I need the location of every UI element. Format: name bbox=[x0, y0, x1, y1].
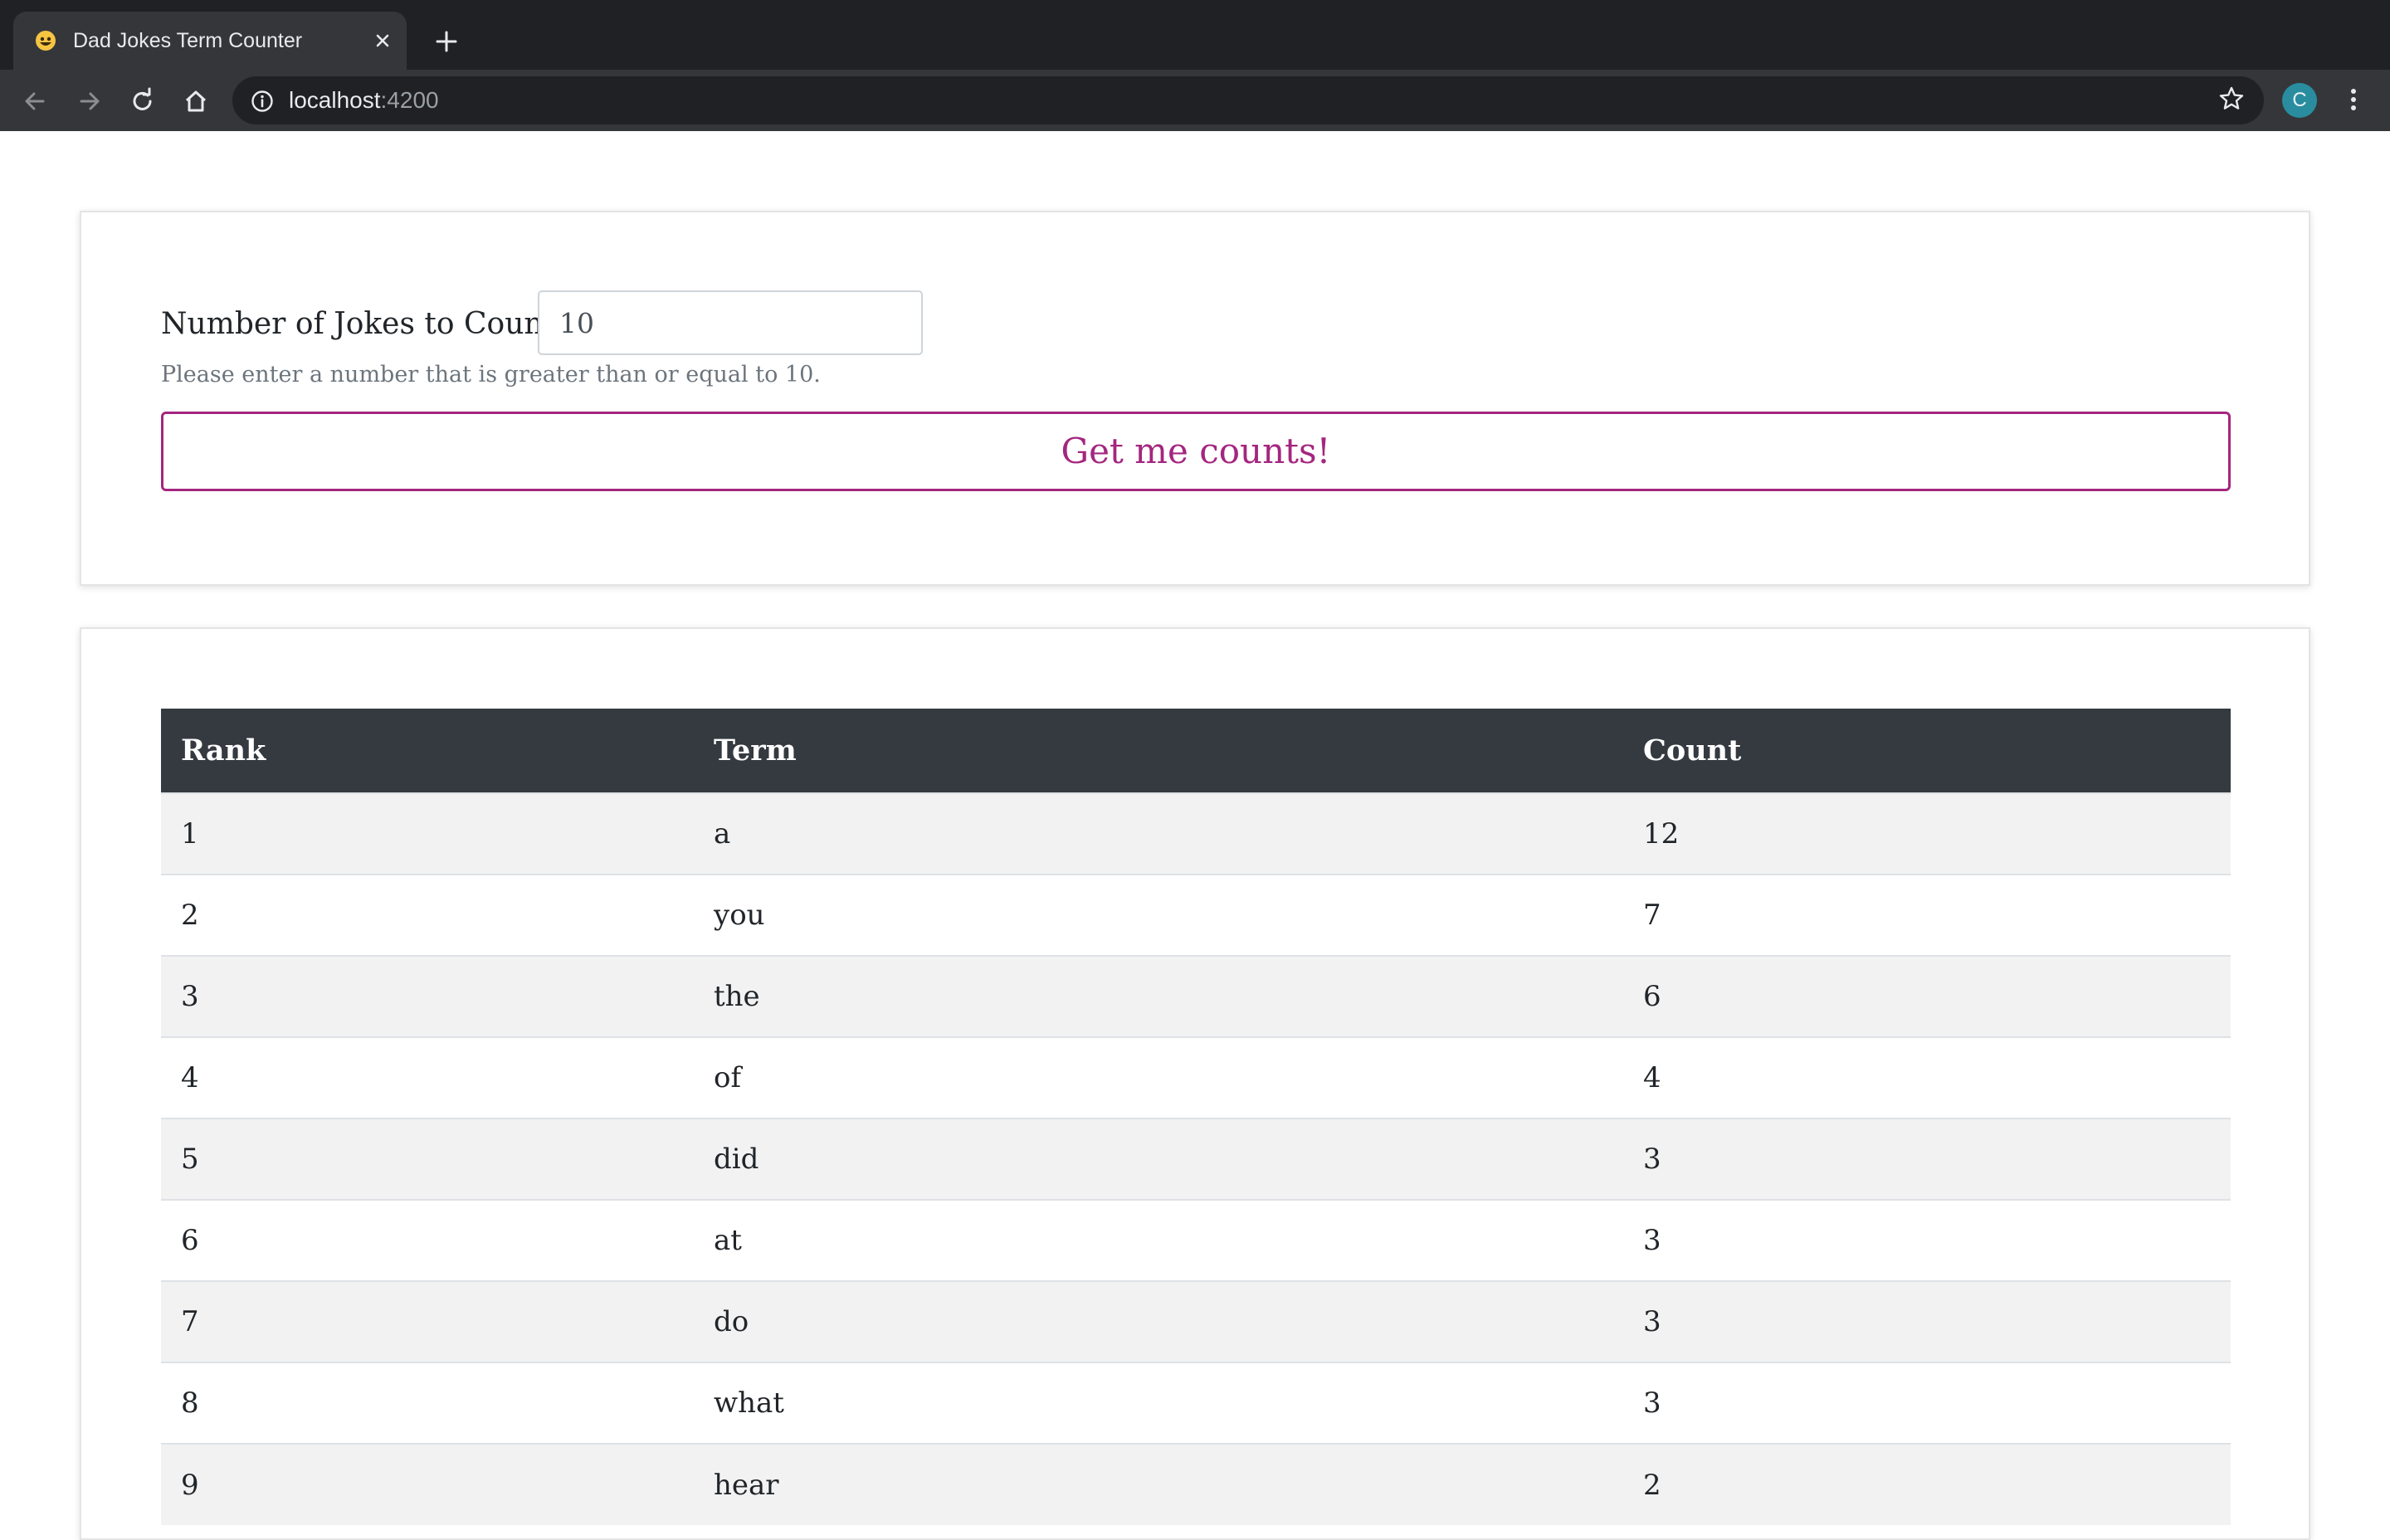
url-host: localhost bbox=[289, 87, 381, 113]
count-cell: 4 bbox=[1623, 1036, 2231, 1118]
reload-icon[interactable] bbox=[128, 86, 158, 116]
close-icon[interactable] bbox=[372, 30, 393, 51]
term-cell: a bbox=[694, 792, 1623, 875]
rank-cell: 8 bbox=[161, 1362, 694, 1444]
term-cell: the bbox=[694, 955, 1623, 1037]
page-content: Number of Jokes to Count: Please enter a… bbox=[0, 131, 2390, 1540]
table-row: 4 of 4 bbox=[161, 1036, 2231, 1118]
table-row: 3 the 6 bbox=[161, 955, 2231, 1037]
term-cell: you bbox=[694, 874, 1623, 956]
home-icon[interactable] bbox=[181, 86, 211, 116]
help-text: Please enter a number that is greater th… bbox=[161, 362, 821, 387]
jokes-count-label: Number of Jokes to Count: bbox=[161, 307, 566, 341]
rank-cell: 7 bbox=[161, 1280, 694, 1362]
rank-cell: 5 bbox=[161, 1118, 694, 1200]
count-cell: 3 bbox=[1623, 1362, 2231, 1444]
address-bar[interactable]: localhost:4200 bbox=[232, 76, 2264, 124]
browser-tab-strip: Dad Jokes Term Counter bbox=[0, 0, 2390, 70]
plus-icon[interactable] bbox=[433, 28, 460, 55]
get-counts-button[interactable]: Get me counts! bbox=[161, 412, 2231, 491]
joke-count-form-card: Number of Jokes to Count: Please enter a… bbox=[80, 211, 2310, 586]
count-column-header: Count bbox=[1623, 709, 2231, 793]
table-row: 9 hear 2 bbox=[161, 1443, 2231, 1525]
jokes-count-input[interactable] bbox=[538, 290, 923, 355]
term-cell: of bbox=[694, 1036, 1623, 1118]
term-cell: hear bbox=[694, 1443, 1623, 1525]
table-row: 6 at 3 bbox=[161, 1199, 2231, 1281]
grinning-face-icon bbox=[35, 30, 56, 51]
tab-title: Dad Jokes Term Counter bbox=[73, 29, 303, 52]
count-cell: 3 bbox=[1623, 1118, 2231, 1200]
star-icon[interactable] bbox=[2217, 85, 2246, 113]
rank-column-header: Rank bbox=[161, 709, 694, 793]
count-cell: 3 bbox=[1623, 1280, 2231, 1362]
term-column-header: Term bbox=[694, 709, 1623, 793]
table-header-row: Rank Term Count bbox=[161, 709, 2231, 793]
rank-cell: 6 bbox=[161, 1199, 694, 1281]
table-row: 7 do 3 bbox=[161, 1280, 2231, 1362]
info-icon[interactable] bbox=[251, 90, 274, 113]
count-cell: 7 bbox=[1623, 874, 2231, 956]
browser-toolbar: localhost:4200 C bbox=[0, 70, 2390, 131]
back-arrow-icon[interactable] bbox=[20, 86, 50, 116]
term-counts-table: Rank Term Count 1 a 12 2 you 7 3 the 6 4… bbox=[161, 709, 2231, 1525]
count-cell: 12 bbox=[1623, 792, 2231, 875]
count-cell: 3 bbox=[1623, 1199, 2231, 1281]
url-port: :4200 bbox=[380, 87, 439, 113]
table-row: 2 you 7 bbox=[161, 874, 2231, 956]
count-cell: 6 bbox=[1623, 955, 2231, 1037]
rank-cell: 3 bbox=[161, 955, 694, 1037]
url-text: localhost:4200 bbox=[289, 76, 439, 124]
term-counts-card: Rank Term Count 1 a 12 2 you 7 3 the 6 4… bbox=[80, 627, 2310, 1540]
term-cell: what bbox=[694, 1362, 1623, 1444]
forward-arrow-icon[interactable] bbox=[75, 86, 105, 116]
term-cell: at bbox=[694, 1199, 1623, 1281]
rank-cell: 4 bbox=[161, 1036, 694, 1118]
table-row: 1 a 12 bbox=[161, 792, 2231, 875]
term-cell: do bbox=[694, 1280, 1623, 1362]
rank-cell: 1 bbox=[161, 792, 694, 875]
table-row: 8 what 3 bbox=[161, 1362, 2231, 1444]
rank-cell: 9 bbox=[161, 1443, 694, 1525]
term-cell: did bbox=[694, 1118, 1623, 1200]
kebab-menu-icon[interactable] bbox=[2339, 85, 2368, 115]
table-row: 5 did 3 bbox=[161, 1118, 2231, 1200]
count-cell: 2 bbox=[1623, 1443, 2231, 1525]
browser-tab[interactable]: Dad Jokes Term Counter bbox=[13, 12, 407, 70]
rank-cell: 2 bbox=[161, 874, 694, 956]
avatar[interactable]: C bbox=[2282, 83, 2317, 118]
